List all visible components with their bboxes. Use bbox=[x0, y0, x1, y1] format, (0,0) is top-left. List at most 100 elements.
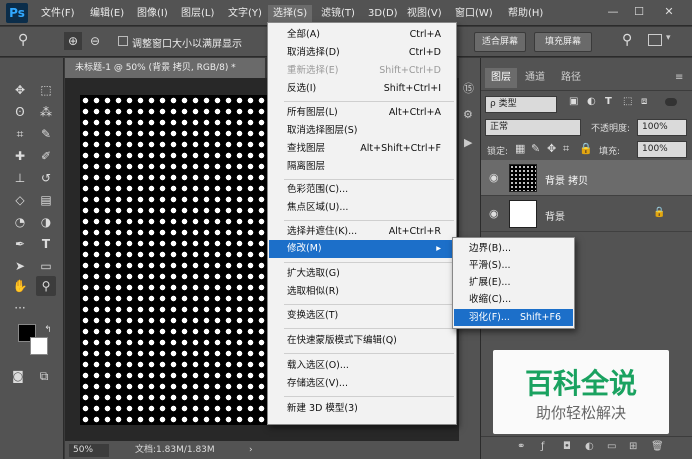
layer-row[interactable]: ◉ 背景 🔒 bbox=[481, 196, 692, 232]
menu-item-find-layers[interactable]: 查找图层 Alt+Shift+Ctrl+F bbox=[269, 140, 455, 158]
visibility-eye-icon[interactable]: ◉ bbox=[489, 207, 499, 220]
layer-row[interactable]: ◉ 背景 拷贝 bbox=[481, 160, 692, 196]
menu-layer[interactable]: 图层(L) bbox=[176, 5, 219, 22]
hand-tool-icon[interactable]: ✋ bbox=[10, 276, 30, 296]
document-tab[interactable]: 未标题-1 @ 50% (背景 拷贝, RGB/8) * bbox=[65, 58, 265, 78]
history-brush-tool-icon[interactable]: ↺ bbox=[36, 168, 56, 188]
menu-file[interactable]: 文件(F) bbox=[36, 5, 80, 22]
tab-paths[interactable]: 路径 bbox=[555, 68, 587, 88]
menu-item-load-selection[interactable]: 载入选区(O)... bbox=[269, 357, 455, 375]
menu-item-reselect[interactable]: 重新选择(E) Shift+Ctrl+D bbox=[269, 62, 455, 80]
menu-item-new-3d-model[interactable]: 新建 3D 模型(3) bbox=[269, 400, 455, 418]
lock-position-icon[interactable]: ✥ bbox=[547, 142, 556, 155]
marquee-tool-icon[interactable]: ⬚ bbox=[36, 80, 56, 100]
type-tool-icon[interactable]: T bbox=[36, 234, 56, 254]
tab-channels[interactable]: 通道 bbox=[519, 68, 551, 88]
minimize-button[interactable]: — bbox=[604, 4, 622, 20]
history-panel-icon[interactable]: ⑮ bbox=[463, 80, 474, 96]
filter-toggle[interactable] bbox=[665, 98, 677, 106]
lock-artboard-icon[interactable]: ⌗ bbox=[563, 142, 569, 156]
more-tools-icon[interactable]: ··· bbox=[10, 298, 30, 318]
layer-mask-icon[interactable]: ◘ bbox=[563, 441, 571, 452]
submenu-item-border[interactable]: 边界(B)... bbox=[454, 240, 573, 257]
menu-item-quick-mask[interactable]: 在快速蒙版模式下编辑(Q) bbox=[269, 332, 455, 350]
tab-layers[interactable]: 图层 bbox=[485, 68, 517, 88]
crop-tool-icon[interactable]: ⌗ bbox=[10, 124, 30, 144]
submenu-item-contract[interactable]: 收缩(C)... bbox=[454, 291, 573, 308]
new-layer-icon[interactable]: ⊞ bbox=[629, 441, 637, 452]
menu-filter[interactable]: 滤镜(T) bbox=[316, 5, 360, 22]
lock-all-icon[interactable]: 🔒 bbox=[579, 142, 593, 155]
zoom-tool-icon[interactable]: ⚲ bbox=[18, 32, 42, 52]
screen-mode-icon[interactable]: ⧉ bbox=[34, 366, 54, 386]
clone-stamp-tool-icon[interactable]: ⊥ bbox=[10, 168, 30, 188]
menu-type[interactable]: 文字(Y) bbox=[223, 5, 267, 22]
zoom-out-icon[interactable]: ⊖ bbox=[86, 32, 104, 50]
link-layers-icon[interactable]: ⚭ bbox=[517, 441, 525, 452]
menu-item-transform-selection[interactable]: 变换选区(T) bbox=[269, 307, 455, 325]
menu-image[interactable]: 图像(I) bbox=[132, 5, 173, 22]
panel-menu-icon[interactable]: ≡ bbox=[675, 72, 683, 83]
path-selection-tool-icon[interactable]: ➤ bbox=[10, 256, 30, 276]
quick-mask-icon[interactable]: ◙ bbox=[8, 366, 28, 386]
menu-item-modify[interactable]: 修改(M) ▸ bbox=[269, 240, 455, 258]
close-button[interactable]: ✕ bbox=[660, 4, 678, 20]
visibility-eye-icon[interactable]: ◉ bbox=[489, 171, 499, 184]
lasso-tool-icon[interactable]: ʘ bbox=[10, 102, 30, 122]
adjustment-layer-icon[interactable]: ◐ bbox=[585, 441, 594, 452]
search-icon[interactable]: ⚲ bbox=[622, 32, 632, 48]
fill-field[interactable]: 100% bbox=[637, 141, 687, 158]
trash-icon[interactable]: 🗑 bbox=[651, 441, 664, 452]
filter-pixel-icon[interactable]: ▣ bbox=[569, 96, 578, 107]
swap-colors-icon[interactable]: ↰ bbox=[38, 320, 58, 340]
submenu-item-smooth[interactable]: 平滑(S)... bbox=[454, 257, 573, 274]
menu-item-select-all[interactable]: 全部(A) Ctrl+A bbox=[269, 26, 455, 44]
properties-panel-icon[interactable]: ⚙ bbox=[463, 108, 473, 121]
actions-panel-icon[interactable]: ▶ bbox=[464, 136, 472, 149]
layer-filter-select[interactable]: ρ 类型 bbox=[485, 96, 557, 113]
fit-screen-button[interactable]: 适合屏幕 bbox=[474, 32, 526, 52]
healing-brush-tool-icon[interactable]: ✚ bbox=[10, 146, 30, 166]
resize-window-checkbox[interactable] bbox=[118, 36, 128, 46]
pen-tool-icon[interactable]: ✒ bbox=[10, 234, 30, 254]
status-menu-arrow-icon[interactable]: › bbox=[249, 444, 253, 457]
lock-pixels-icon[interactable]: ✎ bbox=[531, 142, 540, 155]
zoom-in-icon[interactable]: ⊕ bbox=[64, 32, 82, 50]
menu-edit[interactable]: 编辑(E) bbox=[85, 5, 129, 22]
gradient-tool-icon[interactable]: ▤ bbox=[36, 190, 56, 210]
chevron-down-icon[interactable]: ▾ bbox=[666, 33, 671, 43]
submenu-item-feather[interactable]: 羽化(F)... Shift+F6 bbox=[454, 309, 573, 326]
blur-tool-icon[interactable]: ◔ bbox=[10, 212, 30, 232]
filter-shape-icon[interactable]: ⬚ bbox=[623, 96, 632, 107]
menu-item-isolate-layers[interactable]: 隔离图层 bbox=[269, 158, 455, 176]
maximize-button[interactable]: ☐ bbox=[630, 4, 648, 20]
layer-name[interactable]: 背景 拷贝 bbox=[545, 172, 588, 187]
group-folder-icon[interactable]: ▭ bbox=[607, 441, 616, 452]
layer-name[interactable]: 背景 bbox=[545, 208, 565, 223]
menu-3d[interactable]: 3D(D) bbox=[363, 5, 403, 22]
menu-item-save-selection[interactable]: 存储选区(V)... bbox=[269, 375, 455, 393]
move-tool-icon[interactable]: ✥ bbox=[10, 80, 30, 100]
menu-item-grow[interactable]: 扩大选取(G) bbox=[269, 265, 455, 283]
fill-screen-button[interactable]: 填充屏幕 bbox=[534, 32, 592, 52]
menu-item-similar[interactable]: 选取相似(R) bbox=[269, 283, 455, 301]
menu-item-deselect[interactable]: 取消选择(D) Ctrl+D bbox=[269, 44, 455, 62]
eraser-tool-icon[interactable]: ◇ bbox=[10, 190, 30, 210]
menu-view[interactable]: 视图(V) bbox=[402, 5, 447, 22]
menu-help[interactable]: 帮助(H) bbox=[503, 5, 548, 22]
magic-wand-tool-icon[interactable]: ⁂ bbox=[36, 102, 56, 122]
menu-item-deselect-layers[interactable]: 取消选择图层(S) bbox=[269, 122, 455, 140]
rectangle-tool-icon[interactable]: ▭ bbox=[36, 256, 56, 276]
zoom-level-field[interactable]: 50% bbox=[69, 444, 109, 457]
workspace-icon[interactable] bbox=[648, 34, 662, 46]
menu-item-select-and-mask[interactable]: 选择并遮住(K)... Alt+Ctrl+R bbox=[269, 223, 455, 241]
submenu-item-expand[interactable]: 扩展(E)... bbox=[454, 274, 573, 291]
dodge-tool-icon[interactable]: ◑ bbox=[36, 212, 56, 232]
lock-transparent-icon[interactable]: ▦ bbox=[515, 142, 525, 155]
filter-smart-object-icon[interactable]: ⧈ bbox=[641, 96, 647, 107]
eyedropper-tool-icon[interactable]: ✎ bbox=[36, 124, 56, 144]
opacity-field[interactable]: 100% bbox=[637, 119, 687, 136]
layer-style-icon[interactable]: ƒ bbox=[541, 441, 545, 452]
menu-window[interactable]: 窗口(W) bbox=[450, 5, 498, 22]
menu-item-inverse[interactable]: 反选(I) Shift+Ctrl+I bbox=[269, 80, 455, 98]
